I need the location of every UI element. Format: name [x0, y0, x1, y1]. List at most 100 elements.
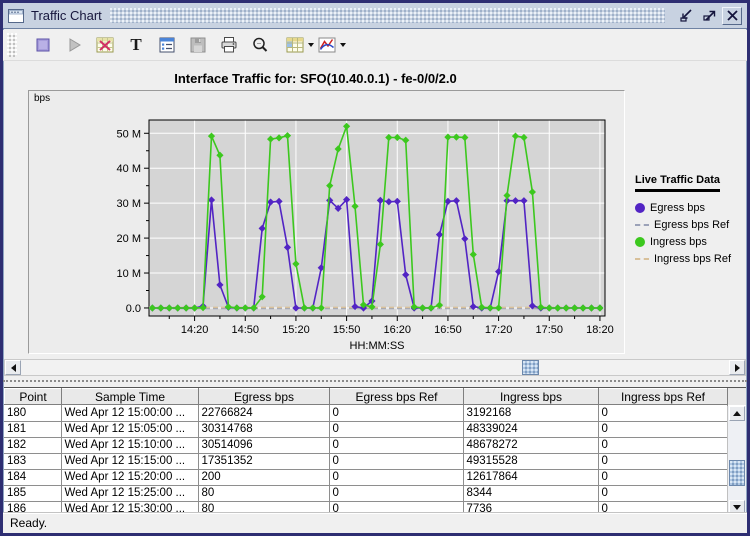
scroll-up-button[interactable] [729, 406, 745, 421]
table-cell-sample-time[interactable]: Wed Apr 12 15:20:00 ... [61, 469, 198, 485]
table-cell-egress-bps[interactable]: 30514096 [198, 437, 329, 453]
save-icon [188, 35, 208, 55]
window-titlebar[interactable]: Traffic Chart [3, 3, 747, 29]
table-cell-point[interactable]: 182 [4, 437, 61, 453]
table-cell-egress-bps-ref[interactable]: 0 [329, 485, 463, 501]
table-cell-ingress-bps-ref[interactable]: 0 [598, 469, 727, 485]
hscrollbar-track[interactable] [21, 360, 729, 375]
traffic-line-chart[interactable]: 0.010 M20 M30 M40 M50 M14:2014:5015:2015… [31, 94, 623, 352]
toolbar: T [3, 30, 747, 61]
table-cell-egress-bps[interactable]: 80 [198, 485, 329, 501]
table-cell-sample-time[interactable]: Wed Apr 12 15:25:00 ... [61, 485, 198, 501]
table-row[interactable]: 185Wed Apr 12 15:25:00 ...80083440 [4, 485, 727, 501]
toolbar-grip[interactable] [7, 33, 17, 57]
y-tick-label: 30 M [117, 198, 141, 210]
scroll-left-button[interactable] [5, 360, 21, 375]
table-cell-egress-bps-ref[interactable]: 0 [329, 405, 463, 421]
print-button[interactable] [215, 32, 243, 58]
delete-table-button[interactable] [91, 32, 119, 58]
table-cell-sample-time[interactable]: Wed Apr 12 15:15:00 ... [61, 453, 198, 469]
titlebar-texture [110, 8, 665, 23]
arrow-left-icon [11, 364, 16, 372]
table-cell-ingress-bps[interactable]: 48339024 [463, 421, 598, 437]
dropdown-arrow-icon [308, 43, 314, 47]
table-cell-egress-bps-ref[interactable]: 0 [329, 421, 463, 437]
table-cell-ingress-bps-ref[interactable]: 0 [598, 405, 727, 421]
split-divider[interactable] [3, 380, 747, 384]
table-cell-ingress-bps[interactable]: 49315528 [463, 453, 598, 469]
chart-options-button[interactable] [317, 32, 346, 58]
text-icon: T [130, 35, 141, 55]
table-cell-egress-bps[interactable]: 22766824 [198, 405, 329, 421]
vscrollbar-thumb[interactable] [729, 460, 745, 486]
column-header-egress-bps-ref[interactable]: Egress bps Ref [330, 389, 464, 405]
table-row[interactable]: 182Wed Apr 12 15:10:00 ...30514096048678… [4, 437, 727, 453]
table-cell-ingress-bps-ref[interactable]: 0 [598, 437, 727, 453]
table-cell-egress-bps[interactable]: 17351352 [198, 453, 329, 469]
traffic-chart-window: Traffic Chart [0, 0, 750, 536]
table-cell-egress-bps-ref[interactable]: 0 [329, 453, 463, 469]
content-area: Interface Traffic for: SFO(10.40.0.1) - … [3, 62, 747, 533]
table-cell-point[interactable]: 180 [4, 405, 61, 421]
maximize-button[interactable] [699, 7, 719, 25]
table-cell-sample-time[interactable]: Wed Apr 12 15:00:00 ... [61, 405, 198, 421]
legend-dot-marker [635, 237, 645, 247]
table-row[interactable]: 184Wed Apr 12 15:20:00 ...2000126178640 [4, 469, 727, 485]
table-cell-ingress-bps[interactable]: 48678272 [463, 437, 598, 453]
window-icon [8, 8, 26, 24]
column-header-point[interactable]: Point [5, 389, 62, 405]
column-header-ingress-bps[interactable]: Ingress bps [464, 389, 599, 405]
table-cell-egress-bps-ref[interactable]: 0 [329, 469, 463, 485]
close-button[interactable] [722, 7, 742, 25]
chart-type-icon [317, 35, 337, 55]
y-tick-label: 40 M [117, 163, 141, 175]
scroll-right-button[interactable] [729, 360, 745, 375]
table-row[interactable]: 183Wed Apr 12 15:15:00 ...17351352049315… [4, 453, 727, 469]
column-header-egress-bps[interactable]: Egress bps [199, 389, 330, 405]
table-cell-ingress-bps-ref[interactable]: 0 [598, 453, 727, 469]
save-button[interactable] [184, 32, 212, 58]
table-cell-egress-bps[interactable]: 30314768 [198, 421, 329, 437]
column-header-ingress-bps-ref[interactable]: Ingress bps Ref [599, 389, 728, 405]
x-tick-label: 14:20 [181, 324, 209, 336]
legend-label: Egress bps Ref [654, 219, 729, 231]
chart-horizontal-scrollbar [4, 359, 746, 376]
table-row[interactable]: 181Wed Apr 12 15:05:00 ...30314768048339… [4, 421, 727, 437]
table-cell-point[interactable]: 183 [4, 453, 61, 469]
table-vertical-scrollbar [727, 406, 746, 515]
table-row[interactable]: 180Wed Apr 12 15:00:00 ...22766824031921… [4, 405, 727, 421]
y-tick-label: 10 M [117, 268, 141, 280]
legend-button[interactable] [153, 32, 181, 58]
zoom-button[interactable] [246, 32, 274, 58]
legend-dot-marker [635, 203, 645, 213]
legend-dash-marker [635, 258, 649, 260]
text-button[interactable]: T [122, 32, 150, 58]
table-options-button[interactable] [285, 32, 314, 58]
table-cell-egress-bps[interactable]: 200 [198, 469, 329, 485]
table-cell-sample-time[interactable]: Wed Apr 12 15:10:00 ... [61, 437, 198, 453]
minimize-button[interactable] [676, 7, 696, 25]
table-view-icon [285, 35, 305, 55]
traffic-data-table: Point Sample Time Egress bps Egress bps … [4, 388, 728, 405]
table-cell-ingress-bps-ref[interactable]: 0 [598, 421, 727, 437]
table-cell-sample-time[interactable]: Wed Apr 12 15:05:00 ... [61, 421, 198, 437]
y-tick-label: 0.0 [126, 303, 141, 315]
table-cell-ingress-bps[interactable]: 12617864 [463, 469, 598, 485]
table-cell-egress-bps-ref[interactable]: 0 [329, 437, 463, 453]
table-header-row: Point Sample Time Egress bps Egress bps … [5, 389, 728, 405]
table-cell-point[interactable]: 181 [4, 421, 61, 437]
table-cell-ingress-bps[interactable]: 8344 [463, 485, 598, 501]
print-icon [219, 35, 239, 55]
stop-button[interactable] [29, 32, 57, 58]
table-cell-point[interactable]: 185 [4, 485, 61, 501]
table-cell-ingress-bps-ref[interactable]: 0 [598, 485, 727, 501]
legend-item: Egress bps Ref [635, 216, 747, 233]
x-tick-label: 17:50 [536, 324, 564, 336]
hscrollbar-thumb[interactable] [522, 360, 539, 375]
table-cell-ingress-bps[interactable]: 3192168 [463, 405, 598, 421]
column-header-sample-time[interactable]: Sample Time [62, 389, 199, 405]
legend-icon [157, 35, 177, 55]
table-cell-point[interactable]: 184 [4, 469, 61, 485]
play-button[interactable] [60, 32, 88, 58]
chart-title: Interface Traffic for: SFO(10.40.0.1) - … [3, 71, 628, 86]
